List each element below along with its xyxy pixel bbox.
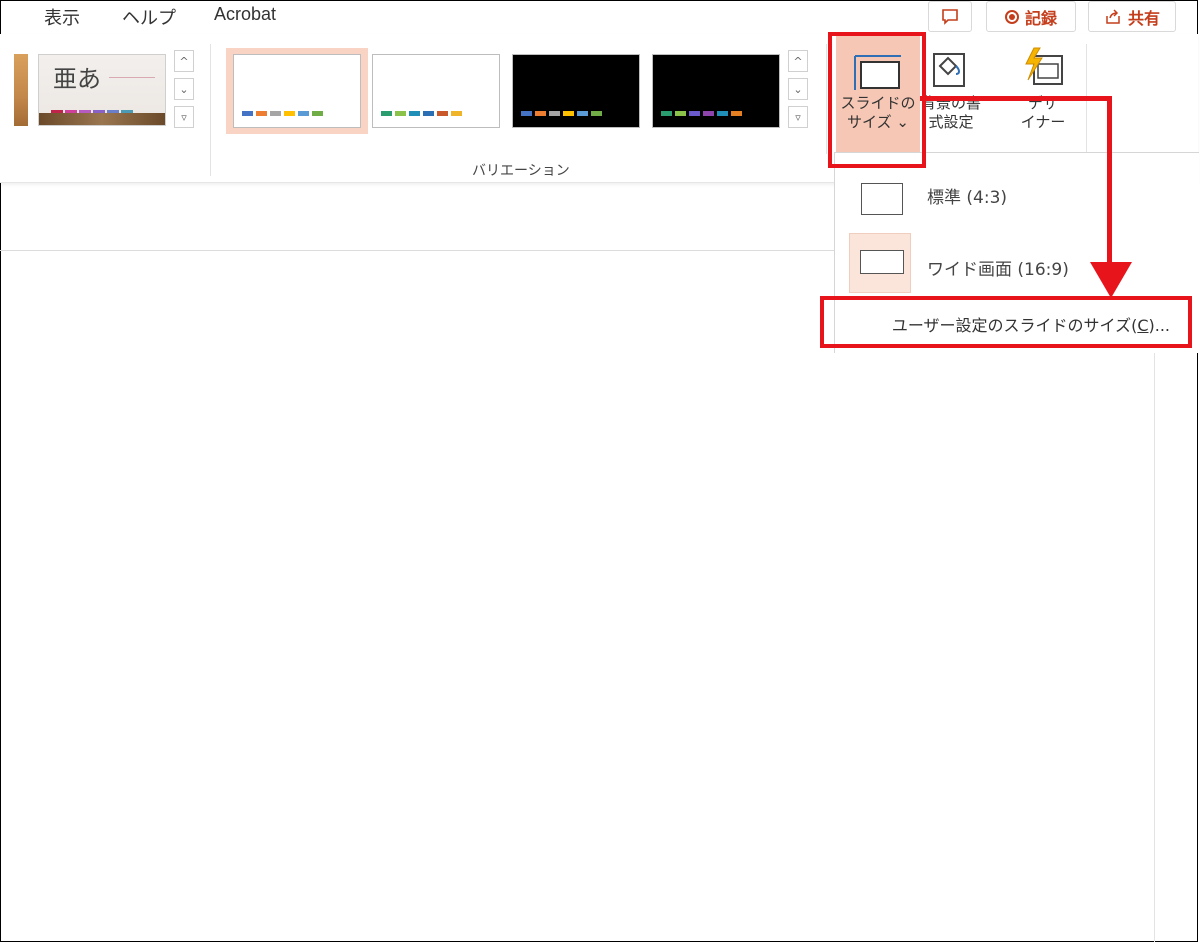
share-icon (1106, 8, 1120, 24)
group-divider (210, 44, 211, 176)
slide-size-label-1: スライドの (840, 94, 916, 112)
variation-thumbnail-1[interactable] (233, 54, 361, 128)
variations-group-label: バリエーション (472, 163, 570, 179)
designer-button[interactable]: デザ イナー (1000, 36, 1086, 152)
share-label: 共有 (1127, 8, 1160, 28)
theme-thumbnail[interactable]: 亜あ (38, 54, 166, 126)
gallery-more-button[interactable]: ▿ (174, 106, 194, 128)
slide-size-label-2: サイズ ⌄ (847, 113, 909, 131)
comments-button[interactable] (928, 1, 972, 32)
widescreen-option[interactable]: ワイド画面 (16:9) (835, 233, 1199, 293)
annotation-line (920, 96, 1112, 101)
ruler-divider (0, 250, 834, 251)
widescreen-slide-icon (860, 250, 904, 274)
tab-view[interactable]: 表示 (44, 4, 80, 30)
standard-size-label: 標準 (4:3) (927, 188, 1008, 208)
variation-thumbnail-4[interactable] (652, 54, 780, 128)
custom-size-suffix: )... (1148, 316, 1171, 335)
scroll-up-button[interactable]: ^ (174, 50, 194, 72)
variation-thumbnail-2[interactable] (372, 54, 500, 128)
standard-size-option[interactable]: 標準 (4:3) (835, 163, 1199, 223)
comment-icon (942, 8, 958, 25)
theme-thumbnail-partial[interactable] (14, 54, 28, 126)
designer-label-2: イナー (1020, 113, 1066, 131)
variation-thumbnail-3[interactable] (512, 54, 640, 128)
widescreen-label: ワイド画面 (16:9) (927, 260, 1069, 280)
custom-slide-size-option[interactable]: ユーザー設定のスライドのサイズ(C)... (826, 298, 1188, 346)
share-button[interactable]: 共有 (1088, 1, 1176, 32)
tab-acrobat[interactable]: Acrobat (214, 4, 276, 25)
scroll-down-button[interactable]: ⌄ (174, 78, 194, 100)
gallery-more-button[interactable]: ▿ (788, 106, 808, 128)
vertical-scrollbar-track[interactable] (1154, 352, 1155, 942)
scroll-down-button[interactable]: ⌄ (788, 78, 808, 100)
theme-sample-text: 亜あ (53, 65, 101, 93)
tab-help[interactable]: ヘルプ (122, 4, 176, 30)
custom-size-accelerator: C (1137, 316, 1149, 335)
scroll-up-button[interactable]: ^ (788, 50, 808, 72)
designer-lightning-icon (1025, 47, 1063, 85)
record-label: 記録 (1024, 8, 1057, 28)
record-icon (1004, 9, 1019, 24)
group-divider (826, 44, 827, 154)
standard-slide-icon (861, 183, 903, 215)
format-background-label-2: 式設定 (928, 113, 974, 131)
record-button[interactable]: 記録 (986, 1, 1076, 32)
annotation-arrow-head (1090, 262, 1132, 298)
slide-size-button[interactable]: スライドの サイズ ⌄ (836, 36, 920, 152)
custom-size-label: ユーザー設定のスライドのサイズ( (891, 316, 1138, 335)
annotation-line (1107, 96, 1112, 266)
format-background-button[interactable]: 背景の書 式設定 (912, 36, 990, 152)
paint-bucket-icon (933, 53, 965, 87)
slide-size-icon (854, 55, 901, 90)
